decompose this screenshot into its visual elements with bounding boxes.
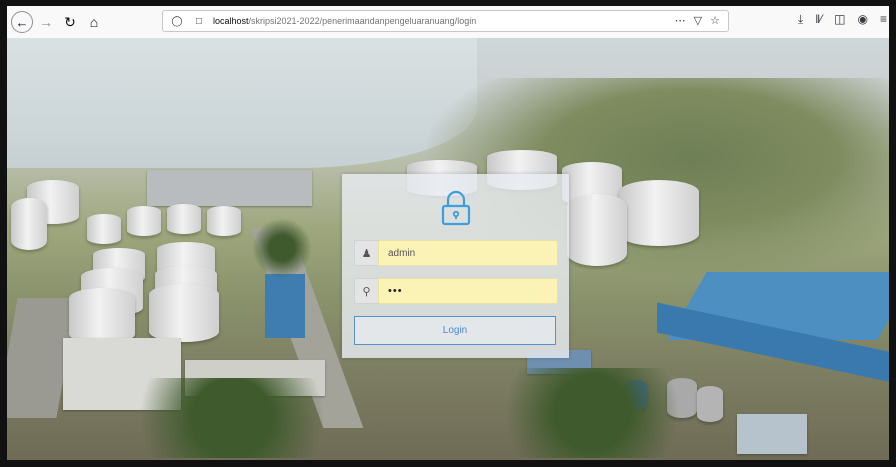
blue-shed bbox=[265, 274, 305, 338]
url-actions: ⋯ ▽ ☆ bbox=[675, 14, 720, 27]
home-icon[interactable]: ⌂ bbox=[83, 11, 105, 33]
background-sea bbox=[7, 38, 477, 168]
tree-cluster bbox=[107, 378, 357, 458]
small-building bbox=[737, 414, 807, 454]
toolbar-right: ⤓ ‖⁄ ◫ ◉ ≡ bbox=[798, 12, 887, 27]
login-card: ♟ admin ⚲ ••• Login bbox=[342, 174, 569, 358]
storage-tank bbox=[567, 194, 627, 266]
browser-toolbar: ← → ↻ ⌂ ◯ □ localhost/skripsi2021-2022/p… bbox=[7, 6, 889, 39]
key-icon: ⚲ bbox=[354, 278, 378, 304]
storage-tank bbox=[167, 204, 201, 234]
lock-icon bbox=[441, 190, 471, 226]
login-page-background: ♟ admin ⚲ ••• Login bbox=[7, 38, 889, 460]
url-host: localhost bbox=[213, 16, 249, 26]
storage-tank bbox=[69, 288, 135, 344]
url-path: /skripsi2021-2022/penerimaandanpengeluar… bbox=[248, 16, 477, 26]
storage-tank bbox=[619, 180, 699, 246]
back-arrow-icon[interactable]: ← bbox=[11, 11, 33, 33]
reader-shield-icon[interactable]: ◯ bbox=[169, 13, 185, 29]
sidebar-icon[interactable]: ◫ bbox=[834, 12, 845, 27]
storage-tank bbox=[11, 198, 47, 250]
more-icon[interactable]: ⋯ bbox=[675, 14, 686, 27]
page-info-icon[interactable]: □ bbox=[191, 13, 207, 29]
hamburger-menu-icon[interactable]: ≡ bbox=[880, 12, 887, 27]
pocket-icon[interactable]: ▽ bbox=[694, 14, 702, 27]
library-icon[interactable]: ‖⁄ bbox=[815, 12, 822, 27]
reload-icon[interactable]: ↻ bbox=[59, 11, 81, 33]
account-icon[interactable]: ◉ bbox=[858, 12, 868, 27]
browser-window: ← → ↻ ⌂ ◯ □ localhost/skripsi2021-2022/p… bbox=[0, 0, 896, 467]
username-field: ♟ admin bbox=[354, 240, 558, 266]
password-field: ⚲ ••• bbox=[354, 278, 558, 304]
tree-cluster bbox=[252, 218, 312, 278]
storage-tank bbox=[87, 214, 121, 244]
storage-tank bbox=[207, 206, 241, 236]
storage-tank bbox=[127, 206, 161, 236]
password-input[interactable]: ••• bbox=[378, 278, 558, 304]
download-icon[interactable]: ⤓ bbox=[798, 12, 803, 27]
login-button[interactable]: Login bbox=[354, 316, 556, 345]
star-icon[interactable]: ☆ bbox=[710, 14, 720, 27]
address-bar[interactable]: ◯ □ localhost/skripsi2021-2022/penerimaa… bbox=[162, 10, 729, 32]
warehouse-building bbox=[147, 170, 312, 206]
user-icon: ♟ bbox=[354, 240, 378, 266]
storage-tank bbox=[149, 284, 219, 342]
username-input[interactable]: admin bbox=[378, 240, 558, 266]
forward-arrow-icon[interactable]: → bbox=[35, 11, 57, 33]
url-text[interactable]: localhost/skripsi2021-2022/penerimaandan… bbox=[213, 16, 476, 26]
tree-cluster bbox=[477, 368, 707, 458]
